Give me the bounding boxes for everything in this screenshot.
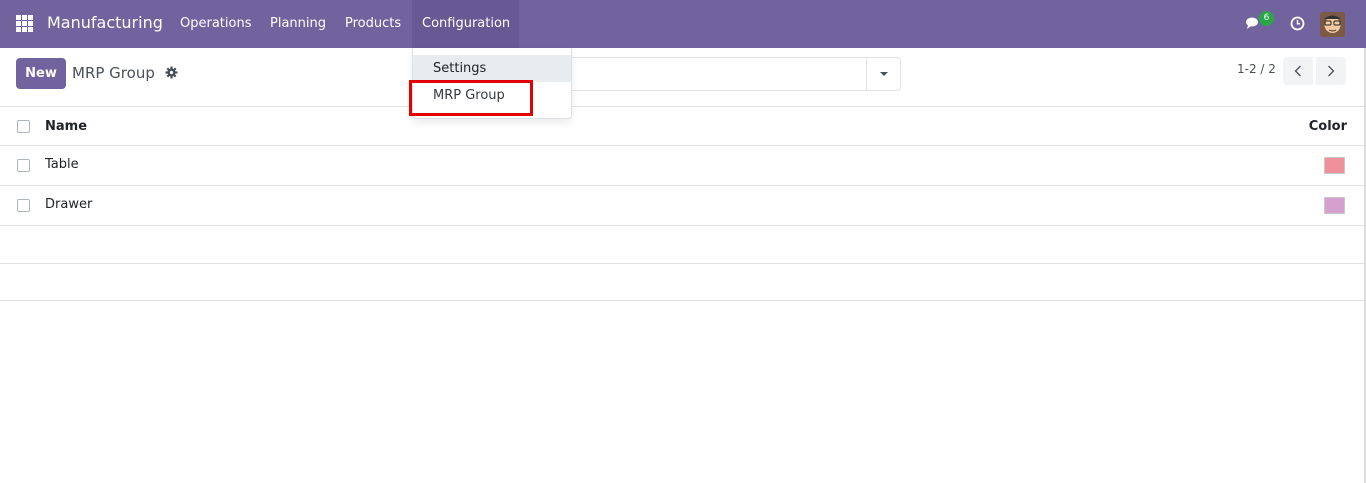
color-swatch[interactable] [1324,157,1345,174]
caret-down-icon [879,72,888,76]
color-swatch[interactable] [1324,197,1345,214]
app-brand[interactable]: Manufacturing [47,13,163,32]
new-button[interactable]: New [16,58,66,89]
empty-row [0,225,1366,263]
list-table: Name Color Table Drawer [0,106,1366,301]
chat-icon[interactable] [1246,17,1260,29]
row-name[interactable]: Drawer [45,197,92,212]
pager-next-button[interactable] [1316,57,1346,85]
pager-value[interactable]: 1-2 / 2 [1237,62,1276,76]
table-row[interactable]: Table [0,145,1366,185]
pager-previous-button[interactable] [1283,57,1313,85]
chat-badge: 6 [1259,11,1274,26]
row-name[interactable]: Table [45,157,79,172]
column-header-color[interactable]: Color [1309,119,1347,134]
empty-row [0,263,1366,301]
menu-operations[interactable]: Operations [170,0,261,48]
user-avatar[interactable] [1320,12,1345,37]
table-row[interactable]: Drawer [0,185,1366,225]
select-all-checkbox[interactable] [17,120,30,133]
app-grid-icon[interactable] [16,15,33,32]
menu-products[interactable]: Products [335,0,411,48]
row-checkbox[interactable] [17,199,30,212]
column-header-name[interactable]: Name [45,119,87,134]
page-title: MRP Group [72,64,155,82]
row-checkbox[interactable] [17,159,30,172]
gear-icon[interactable] [165,66,178,79]
clock-icon[interactable] [1290,16,1305,31]
search-input[interactable] [520,57,901,91]
menu-planning[interactable]: Planning [260,0,336,48]
search-options-toggle[interactable] [866,58,900,90]
annotation-highlight-box [409,80,533,116]
menu-configuration[interactable]: Configuration [412,0,519,48]
chevron-right-icon [1328,65,1335,77]
table-header: Name Color [0,106,1366,145]
dropdown-item-settings[interactable]: Settings [413,55,571,82]
chevron-left-icon [1294,65,1301,77]
top-navbar: Manufacturing Operations Planning Produc… [0,0,1366,48]
